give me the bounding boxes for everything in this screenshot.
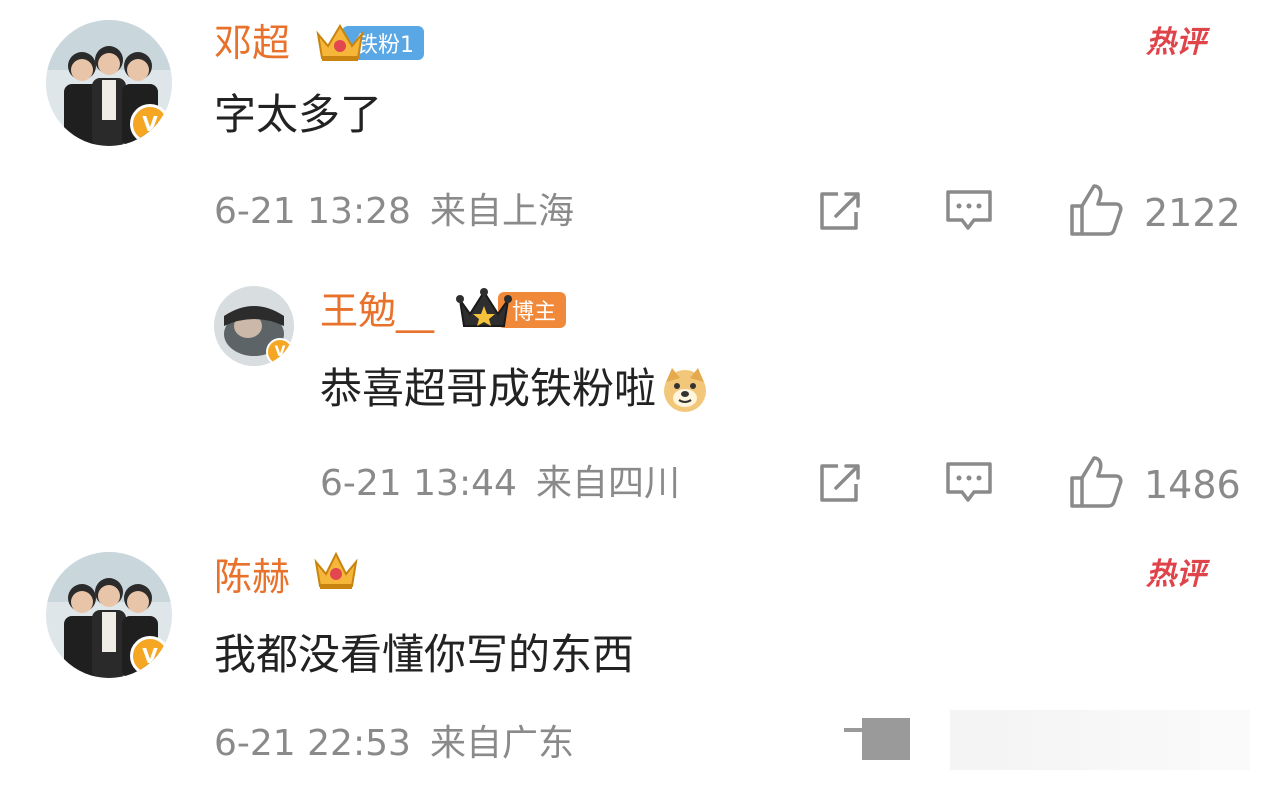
comment-button[interactable]: [944, 188, 994, 234]
comment-time: 6-21 22:53: [214, 723, 411, 764]
comment-icon: [946, 462, 992, 502]
like-count: 2122: [1144, 191, 1241, 235]
crown-icon: [456, 288, 512, 327]
comment-location: 来自广东: [430, 723, 575, 764]
doge-emoji-icon: [664, 368, 707, 412]
crown-icon: [316, 24, 364, 61]
share-icon: [820, 464, 860, 502]
thumbs-up-icon: [1070, 456, 1123, 508]
comment-time: 6-21 13:44: [320, 463, 517, 504]
share-icon: [844, 718, 910, 760]
comment-location: 来自上海: [430, 191, 575, 232]
hot-comment-tag: 热评: [1146, 25, 1206, 60]
crown-icon[interactable]: [312, 548, 360, 592]
reply-item: V 王勉__ 博主 恭喜超哥成铁粉啦 6-21 13:44 来自四川 1486: [0, 270, 1280, 520]
hot-comment-tag: 热评: [1146, 557, 1206, 592]
like-count: 1486: [1144, 463, 1241, 507]
comment-item: V 陈赫 热评 我都没看懂你写的东西 6-21 22:53 来自广东: [0, 530, 1280, 790]
blogger-badge-label: 博主: [512, 300, 557, 325]
blogger-badge[interactable]: 博主: [454, 286, 578, 334]
author-name[interactable]: 邓超: [214, 24, 290, 62]
share-icon: [820, 192, 860, 230]
verified-v-badge-icon: V: [130, 104, 170, 144]
author-name[interactable]: 陈赫: [214, 558, 290, 596]
comment-icon: [946, 190, 992, 230]
like-button[interactable]: 1486: [1068, 454, 1241, 510]
share-button[interactable]: [840, 710, 912, 762]
fan-badge[interactable]: 铁粉1: [312, 20, 448, 64]
reply-text-row: 恭喜超哥成铁粉啦: [320, 364, 710, 414]
thumbs-up-icon: [1070, 184, 1123, 236]
like-button[interactable]: 2122: [1068, 182, 1241, 238]
comment-text: 字太多了: [214, 90, 383, 139]
comment-text: 恭喜超哥成铁粉啦: [320, 364, 657, 413]
comment-text: 我都没看懂你写的东西: [214, 630, 635, 679]
share-button[interactable]: [816, 188, 866, 234]
avatar[interactable]: V: [214, 286, 294, 366]
verified-v-badge-icon: V: [130, 636, 170, 676]
comment-location: 来自四川: [536, 463, 681, 504]
comment-item: V 邓超 铁粉1 热评 字太多了 6-21 13:28 来自上海 2122: [0, 0, 1280, 260]
avatar[interactable]: V: [46, 20, 172, 146]
author-name[interactable]: 王勉__: [320, 292, 434, 330]
avatar[interactable]: V: [46, 552, 172, 678]
share-button[interactable]: [816, 460, 866, 506]
comment-button[interactable]: [944, 460, 994, 506]
verified-v-badge-icon: V: [266, 338, 294, 366]
comment-time: 6-21 13:28: [214, 191, 411, 232]
action-bar-faded: [950, 710, 1250, 770]
